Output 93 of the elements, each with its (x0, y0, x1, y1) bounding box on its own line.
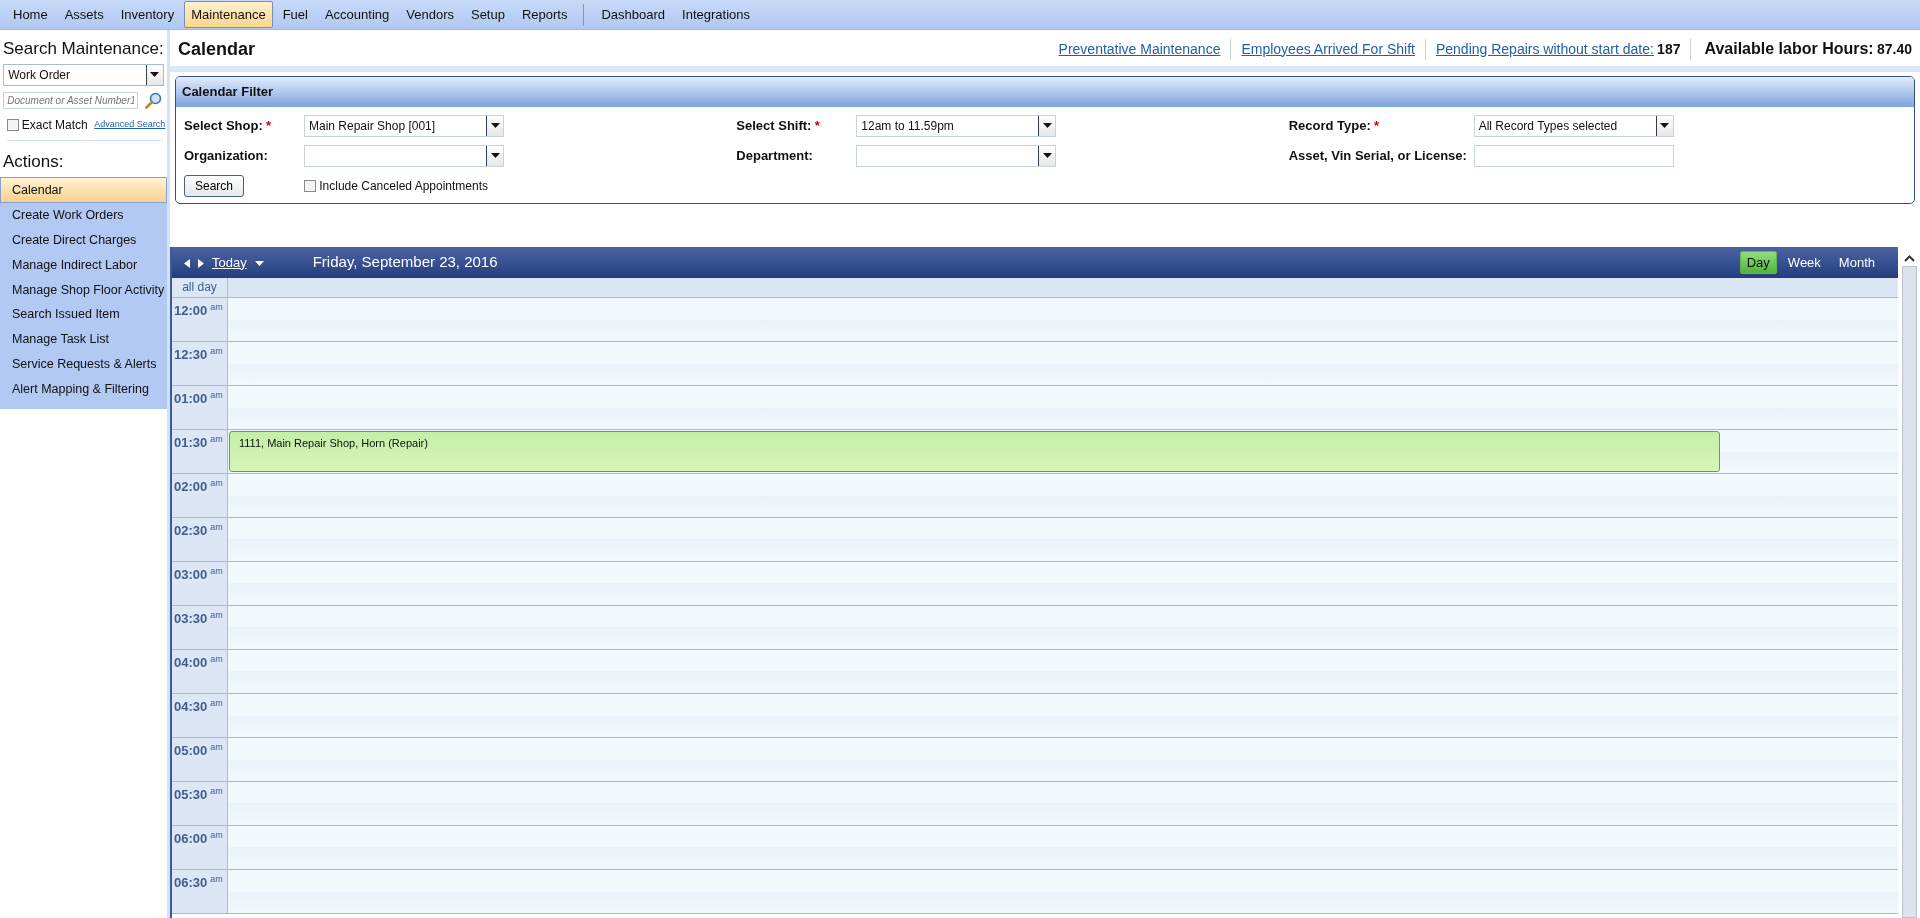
page-title: Calendar (178, 37, 256, 61)
scroll-up-icon[interactable] (1903, 255, 1915, 262)
action-item[interactable]: Manage Indirect Labor (0, 252, 167, 278)
filter-title: Calendar Filter (176, 77, 1914, 107)
time-label: 01:00 am (172, 386, 228, 429)
menu-item[interactable]: Integrations (675, 0, 758, 29)
time-label: 12:30 am (172, 342, 228, 385)
action-item[interactable]: Create Direct Charges (0, 228, 167, 253)
dropdown-caret-icon[interactable] (1038, 145, 1056, 166)
field-label: Record Type: (1288, 117, 1371, 133)
time-slot-cell[interactable] (228, 342, 1898, 385)
exact-match-checkbox[interactable] (6, 118, 19, 131)
time-label: 02:00 am (172, 474, 228, 517)
select-field[interactable]: All Record Types selected (1473, 114, 1674, 137)
time-slot-cell[interactable] (228, 474, 1898, 517)
time-label: 06:00 am (172, 826, 228, 869)
time-slot-cell[interactable] (228, 782, 1898, 825)
today-link[interactable]: Today (208, 252, 251, 273)
search-icon[interactable] (144, 92, 162, 109)
time-label: 05:30 am (172, 782, 228, 825)
search-title: Search Maintenance: (2, 38, 165, 60)
time-slot-cell[interactable] (228, 386, 1898, 429)
field-label: Select Shift: (736, 117, 812, 133)
select-field[interactable] (856, 144, 1057, 167)
action-item[interactable]: Manage Shop Floor Activity (0, 277, 167, 303)
required-mark: * (266, 117, 272, 133)
time-label: 04:00 am (172, 650, 228, 693)
time-slot-cell[interactable] (228, 562, 1898, 605)
select-field[interactable]: 12am to 11.59pm (856, 114, 1057, 137)
menu-item[interactable]: Assets (57, 0, 111, 29)
select-field[interactable] (304, 144, 504, 167)
include-canceled-checkbox[interactable] (304, 179, 316, 192)
time-label: 04:30 am (172, 694, 228, 737)
time-label: 05:00 am (172, 738, 228, 781)
field-label: Select Shop: (184, 117, 263, 133)
time-slot-cell[interactable] (228, 694, 1898, 737)
pending-count: 187 (1657, 40, 1681, 57)
menu-item[interactable]: Reports (514, 0, 575, 29)
action-item[interactable]: Manage Task List (0, 327, 167, 352)
menu-item[interactable]: Home (6, 0, 55, 29)
menu-item[interactable]: Maintenance (184, 0, 273, 29)
dropdown-caret-icon[interactable] (1038, 115, 1056, 136)
time-label: 12:00 am (172, 298, 228, 341)
time-slot-cell[interactable] (228, 518, 1898, 561)
search-button[interactable]: Search (184, 174, 245, 197)
dropdown-caret-icon[interactable] (145, 64, 163, 85)
labor-hours-label: Available labor Hours: (1704, 39, 1874, 59)
field-label: Department: (736, 146, 814, 165)
dropdown-caret-icon[interactable] (1655, 115, 1673, 136)
required-mark: * (1374, 117, 1380, 133)
dropdown-caret-icon[interactable] (486, 145, 503, 166)
required-mark: * (814, 117, 820, 133)
search-field[interactable]: Document or Asset Number1 (3, 92, 139, 109)
menu-item[interactable]: Accounting (317, 0, 397, 29)
time-slot-cell[interactable] (228, 606, 1898, 649)
exact-match-label: Exact Match (21, 116, 88, 134)
select-field[interactable]: Main Repair Shop [001] (304, 114, 504, 137)
view-tab[interactable]: Week (1780, 250, 1828, 275)
header-link[interactable]: Pending Repairs without start date: (1435, 40, 1654, 57)
action-item[interactable]: Create Work Orders (0, 203, 167, 228)
time-slot-cell[interactable] (228, 870, 1898, 913)
menu-item[interactable]: Inventory (113, 0, 182, 29)
view-tab[interactable]: Day (1739, 250, 1777, 275)
time-label: 06:30 am (172, 870, 228, 913)
menu-item[interactable]: Fuel (275, 0, 315, 29)
time-slot-cell[interactable] (228, 650, 1898, 693)
labor-hours-value: 87.40 (1876, 39, 1912, 59)
header-link[interactable]: Preventative Maintenance (1048, 38, 1232, 60)
field-label: Asset, Vin Serial, or License: (1288, 146, 1468, 165)
calendar-date: Friday, September 23, 2016 (312, 252, 498, 273)
menu-item[interactable]: Vendors (399, 0, 461, 29)
include-canceled-label: Include Canceled Appointments (319, 177, 489, 195)
action-item[interactable]: Service Requests & Alerts (0, 351, 167, 377)
text-field[interactable] (1473, 144, 1674, 167)
menu-item[interactable]: Dashboard (594, 0, 673, 29)
view-tab[interactable]: Month (1831, 250, 1882, 275)
field-label: Organization: (184, 146, 269, 165)
search-type-dropdown[interactable]: Work Order (3, 63, 164, 86)
action-item[interactable]: Alert Mapping & Filtering (0, 376, 167, 402)
time-slot-cell[interactable] (228, 298, 1898, 341)
actions-title: Actions: (2, 151, 65, 173)
action-item[interactable]: Search Issued Item (0, 302, 167, 327)
time-label: 03:00 am (172, 562, 228, 605)
action-item[interactable]: Calendar (0, 176, 167, 204)
time-label: 01:30 am (172, 430, 228, 473)
header-link[interactable]: Employees Arrived For Shift (1231, 38, 1426, 60)
time-slot-cell[interactable] (228, 826, 1898, 869)
time-label: 02:30 am (172, 518, 228, 561)
dropdown-caret-icon[interactable] (486, 115, 503, 136)
time-label: 03:30 am (172, 606, 228, 649)
advanced-search-link[interactable]: Advanced Search (94, 117, 166, 132)
menu-item[interactable]: Setup (463, 0, 512, 29)
time-slot-cell[interactable] (228, 738, 1898, 781)
